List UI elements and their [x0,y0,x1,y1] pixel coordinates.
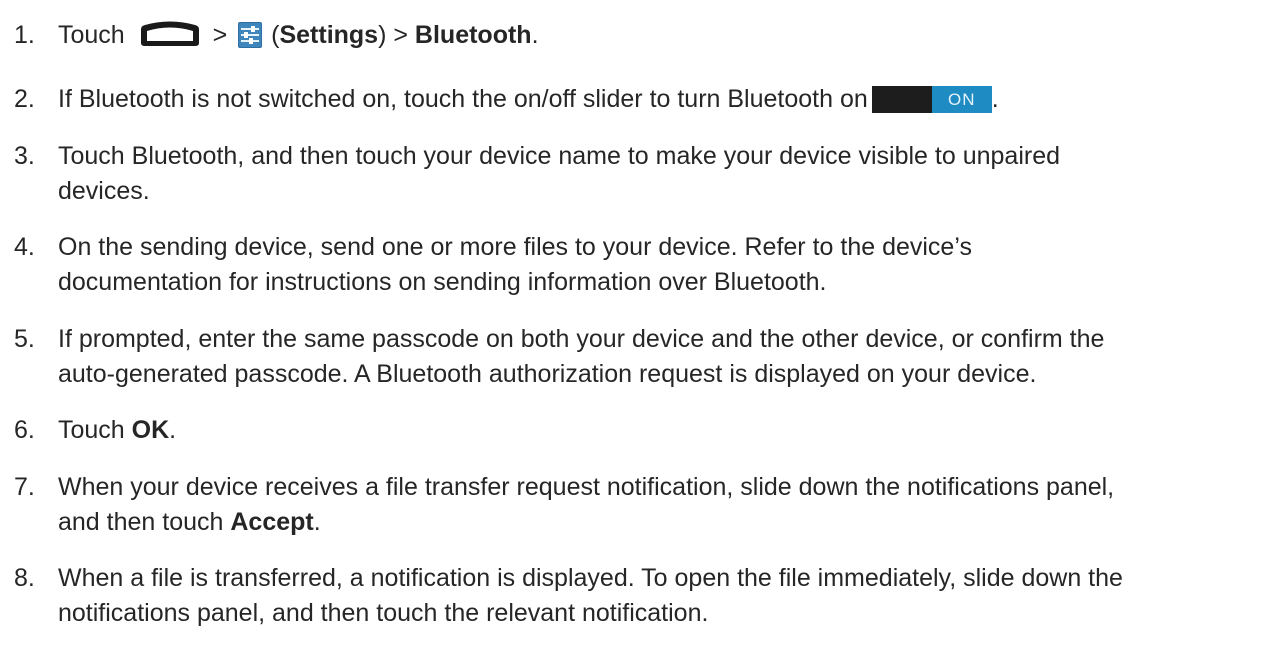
step-line: When your device receives a file transfe… [58,473,1115,501]
step-number: 7. [14,473,35,501]
step-text: When a file is transferred, a notificati… [58,561,1248,631]
step-line: If prompted, enter the same passcode on … [58,325,1105,353]
step-line: notifications panel, and then touch the … [58,599,709,627]
ok-label: OK [131,416,170,444]
step-number: 3. [14,142,35,170]
settings-label: Settings [279,21,379,49]
step-number: 8. [14,564,35,592]
step-number: 5. [14,325,35,353]
separator: ) > [378,21,408,49]
step-text: If prompted, enter the same passcode on … [58,322,1248,392]
period: . [991,85,999,113]
step-line: When a file is transferred, a notificati… [58,564,1123,592]
step-text: Touch > (Settings) > Bluetooth. [58,18,1248,53]
period: . [313,508,321,536]
step-number: 4. [14,233,35,261]
step-line: auto-generated passcode. A Bluetooth aut… [58,360,1037,388]
bluetooth-label: Bluetooth [414,21,532,49]
step-line: Touch Bluetooth, and then touch your dev… [58,142,1061,170]
step-text-segment: Touch [58,416,125,444]
step-text-segment: If Bluetooth is not switched on, touch t… [58,85,868,113]
separator: > [212,21,228,49]
step-text: If Bluetooth is not switched on, touch t… [58,82,1248,117]
step-number: 2. [14,85,35,113]
accept-label: Accept [230,508,314,536]
on-off-slider: ON [871,86,992,113]
period: . [169,416,177,444]
step-line: devices. [58,177,150,205]
period: . [531,21,539,49]
step-line: documentation for instructions on sendin… [58,268,827,296]
step-text-segment: and then touch [58,508,224,536]
step-text-segment: Touch [58,21,125,49]
home-icon [140,21,199,46]
slider-on-label: ON [931,86,992,113]
settings-icon [238,22,263,48]
step-text: Touch OK. [58,413,1248,448]
step-number: 1. [14,21,35,49]
step-text: When your device receives a file transfe… [58,470,1248,540]
step-line: On the sending device, send one or more … [58,233,972,261]
step-text: On the sending device, send one or more … [58,230,1248,300]
step-number: 6. [14,416,35,444]
step-line: and then touch Accept. [58,505,1248,540]
step-text: Touch Bluetooth, and then touch your dev… [58,139,1248,209]
